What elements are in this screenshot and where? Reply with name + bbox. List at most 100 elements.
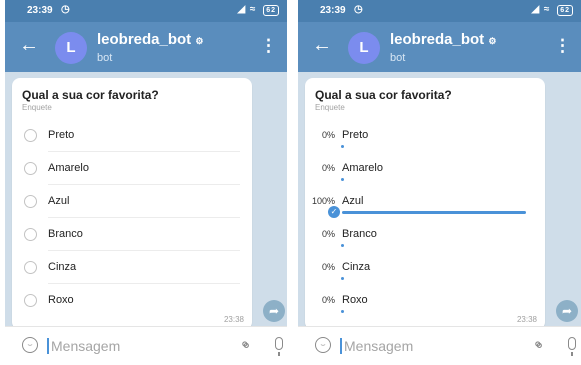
poll-option[interactable]: Preto: [12, 120, 252, 152]
poll-result-bar: [341, 310, 344, 313]
avatar[interactable]: L: [348, 32, 380, 64]
radio-icon[interactable]: [24, 228, 37, 241]
chat-subtitle: bot: [97, 52, 113, 64]
signal-icon: ◢: [237, 4, 247, 15]
poll-result: 0% Cinza: [305, 252, 545, 284]
status-time: 23:39: [320, 5, 346, 16]
radio-icon[interactable]: [24, 162, 37, 175]
poll-type-label: Enquete: [315, 103, 345, 112]
poll-type-label: Enquete: [22, 103, 52, 112]
message-time: 23:38: [223, 315, 244, 324]
poll-option[interactable]: Cinza: [12, 252, 252, 284]
alarm-icon: ◷: [354, 4, 363, 15]
wifi-icon: ≈: [249, 4, 257, 15]
poll-option-label: Azul: [48, 195, 70, 207]
emoji-icon[interactable]: ⌣: [315, 337, 331, 353]
poll-result-percent: 0%: [321, 295, 335, 305]
text-caret: [340, 338, 342, 354]
attach-icon[interactable]: ⚭: [527, 334, 549, 356]
poll-result-bar: [341, 178, 344, 181]
poll-result-label: Roxo: [342, 294, 368, 306]
poll-question: Qual a sua cor favorita?: [22, 88, 159, 102]
divider: [48, 151, 240, 152]
arrow-left-icon[interactable]: ←: [312, 34, 332, 57]
radio-icon[interactable]: [24, 129, 37, 142]
poll-option[interactable]: Branco: [12, 219, 252, 251]
chat-subtitle: bot: [390, 52, 406, 64]
microphone-icon[interactable]: [275, 337, 283, 356]
share-icon[interactable]: ➦: [556, 300, 578, 322]
chat-header: ← L leobreda_bot ⚙ bot ⋮: [5, 22, 287, 72]
poll-question: Qual a sua cor favorita?: [315, 88, 452, 102]
poll-message: Qual a sua cor favorita? Enquete 23:38 0…: [305, 78, 545, 330]
poll-result: 0% Amarelo: [305, 153, 545, 185]
alarm-icon: ◷: [61, 4, 70, 15]
poll-option[interactable]: Azul: [12, 186, 252, 218]
message-input[interactable]: Mensagem: [344, 338, 413, 354]
poll-result-percent: 0%: [321, 130, 335, 140]
poll-result-label: Azul: [342, 195, 364, 207]
poll-option-label: Branco: [48, 228, 83, 240]
poll-option-label: Preto: [48, 129, 75, 141]
message-input[interactable]: Mensagem: [51, 338, 120, 354]
poll-result-bar: [341, 244, 344, 247]
poll-result-label: Branco: [342, 228, 377, 240]
share-icon[interactable]: ➦: [263, 300, 285, 322]
bot-badge-icon: ⚙: [488, 36, 497, 46]
status-icons: ◢ ≈ 62: [237, 4, 279, 16]
poll-result-bar: [341, 277, 344, 280]
divider: [48, 250, 240, 251]
poll-result-percent: 0%: [321, 229, 335, 239]
poll-option[interactable]: Amarelo: [12, 153, 252, 185]
bot-badge-icon: ⚙: [195, 36, 204, 46]
phone-screen-poll-results: 23:39 ◷ ◢ ≈ 62 ← L leobreda_bot ⚙ bot ⋮ …: [298, 0, 581, 365]
chat-title[interactable]: leobreda_bot ⚙: [390, 31, 496, 48]
poll-option-label: Roxo: [48, 294, 74, 306]
wifi-icon: ≈: [543, 4, 551, 15]
poll-result-label: Amarelo: [342, 162, 383, 174]
radio-icon[interactable]: [24, 261, 37, 274]
divider: [48, 283, 240, 284]
poll-option-label: Amarelo: [48, 162, 89, 174]
signal-icon: ◢: [531, 4, 541, 15]
text-caret: [47, 338, 49, 354]
message-composer: ⌣ Mensagem ⚭: [5, 326, 287, 365]
poll-result: 0% Preto: [305, 120, 545, 152]
divider: [48, 184, 240, 185]
poll-result: 0% Branco: [305, 219, 545, 251]
emoji-icon[interactable]: ⌣: [22, 337, 38, 353]
poll-result-label: Preto: [342, 129, 369, 141]
avatar[interactable]: L: [55, 32, 87, 64]
poll-option[interactable]: Roxo: [12, 285, 252, 317]
poll-result-bar: [341, 145, 344, 148]
battery-icon: 62: [263, 5, 279, 16]
status-time: 23:39: [27, 5, 53, 16]
check-icon: ✓: [328, 206, 340, 218]
chat-title-text: leobreda_bot: [97, 31, 192, 48]
vertical-dots-icon[interactable]: ⋮: [260, 36, 277, 56]
chat-title-text: leobreda_bot: [390, 31, 485, 48]
poll-result-label: Cinza: [342, 261, 371, 273]
radio-icon[interactable]: [24, 195, 37, 208]
poll-result-percent: 100%: [311, 196, 335, 206]
battery-icon: 62: [557, 5, 573, 16]
status-bar: 23:39 ◷ ◢ ≈ 62: [298, 0, 581, 22]
poll-option-label: Cinza: [48, 261, 77, 273]
poll-result-percent: 0%: [321, 262, 335, 272]
microphone-icon[interactable]: [568, 337, 576, 356]
poll-result-percent: 0%: [321, 163, 335, 173]
poll-result: 0% Roxo: [305, 285, 545, 317]
poll-result-bar: [342, 211, 526, 214]
vertical-dots-icon[interactable]: ⋮: [554, 36, 571, 56]
radio-icon[interactable]: [24, 294, 37, 307]
chat-title[interactable]: leobreda_bot ⚙: [97, 31, 203, 48]
attach-icon[interactable]: ⚭: [234, 334, 256, 356]
message-composer: ⌣ Mensagem ⚭: [298, 326, 581, 365]
arrow-left-icon[interactable]: ←: [19, 34, 39, 57]
status-icons: ◢ ≈ 62: [531, 4, 573, 16]
chat-header: ← L leobreda_bot ⚙ bot ⋮: [298, 22, 581, 72]
phone-screen-poll-options: 23:39 ◷ ◢ ≈ 62 ← L leobreda_bot ⚙ bot ⋮ …: [5, 0, 287, 365]
divider: [48, 217, 240, 218]
poll-result: 100% Azul ✓: [305, 186, 545, 218]
status-bar: 23:39 ◷ ◢ ≈ 62: [5, 0, 287, 22]
